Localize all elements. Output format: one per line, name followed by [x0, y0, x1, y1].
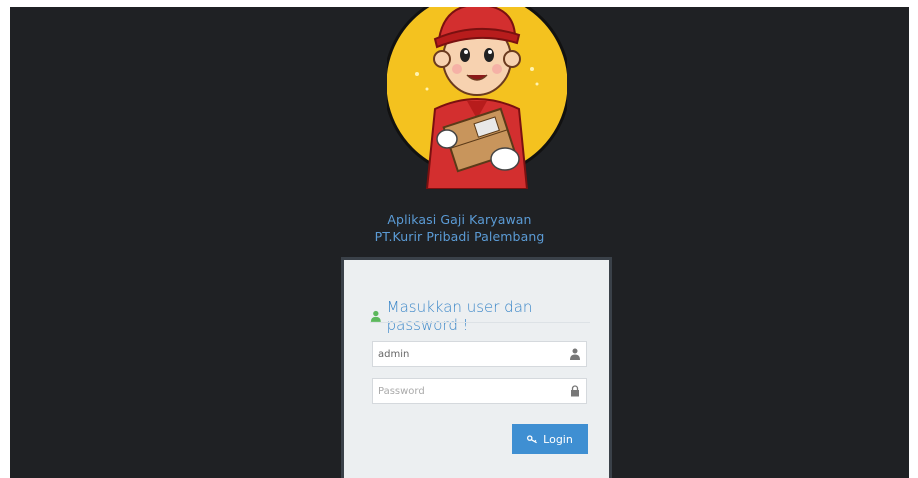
login-button-label: Login: [543, 432, 573, 446]
password-field[interactable]: [372, 378, 587, 404]
login-panel: Masukkan user dan password ! Login: [341, 257, 612, 478]
username-field[interactable]: [372, 341, 587, 367]
user-icon: [370, 310, 381, 322]
username-input[interactable]: [373, 342, 568, 367]
company-name: PT.Kurir Pribadi Palembang: [374, 229, 545, 244]
app-title: Aplikasi Gaji Karyawan: [387, 212, 532, 227]
courier-mascot-logo: [387, 7, 567, 189]
user-icon: [570, 348, 580, 360]
lock-icon: [571, 385, 579, 397]
login-header-text: Masukkan user dan password !: [386, 298, 533, 334]
header-divider: [370, 322, 590, 323]
password-input[interactable]: [373, 379, 568, 404]
login-button[interactable]: Login: [512, 424, 588, 454]
login-header: Masukkan user dan password !: [370, 298, 595, 334]
login-page: Aplikasi Gaji Karyawan PT.Kurir Pribadi …: [10, 7, 909, 478]
key-icon: [527, 434, 538, 443]
